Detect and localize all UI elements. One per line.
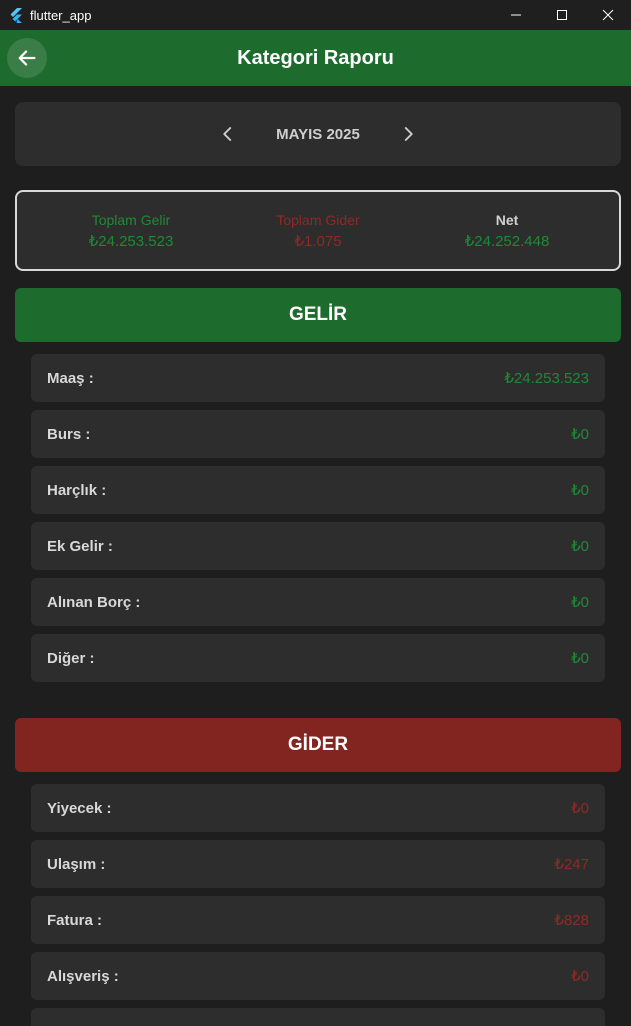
- page-title: Kategori Raporu: [237, 46, 394, 69]
- row-label: Fatura :: [47, 911, 103, 929]
- expense-row-alisveris[interactable]: Alışveriş : ₺0: [31, 952, 605, 1000]
- income-row-alinan-borc[interactable]: Alınan Borç : ₺0: [31, 578, 605, 626]
- row-amount: ₺247: [554, 856, 589, 873]
- total-income-label: Toplam Gelir: [91, 212, 171, 228]
- minimize-icon: [511, 14, 521, 16]
- income-row-harclik[interactable]: Harçlık : ₺0: [31, 466, 605, 514]
- row-label: Yiyecek :: [47, 799, 112, 817]
- window-titlebar: flutter_app: [0, 0, 631, 30]
- row-label: Diğer :: [47, 649, 95, 667]
- row-label: Alınan Borç :: [47, 593, 141, 611]
- row-label: Burs :: [47, 425, 91, 443]
- expense-row-partial[interactable]: [31, 1008, 605, 1026]
- flutter-logo-icon: [10, 8, 22, 23]
- row-amount: ₺0: [571, 482, 589, 499]
- row-amount: ₺0: [571, 538, 589, 555]
- expense-row-fatura[interactable]: Fatura : ₺828: [31, 896, 605, 944]
- row-amount: ₺24.253.523: [504, 370, 589, 387]
- window-title: flutter_app: [30, 7, 92, 23]
- maximize-button[interactable]: [539, 0, 585, 30]
- income-row-ek-gelir[interactable]: Ek Gelir : ₺0: [31, 522, 605, 570]
- row-amount: ₺0: [571, 800, 589, 817]
- net-summary: Net ₺24.252.448: [417, 212, 597, 250]
- total-expense-value: ₺1.075: [294, 233, 342, 250]
- income-row-burs[interactable]: Burs : ₺0: [31, 410, 605, 458]
- row-label: Ek Gelir :: [47, 537, 113, 555]
- arrow-left-icon: [18, 50, 36, 66]
- total-income-value: ₺24.253.523: [88, 233, 174, 250]
- row-amount: ₺0: [571, 650, 589, 667]
- row-amount: ₺828: [554, 912, 589, 929]
- income-row-maas[interactable]: Maaş : ₺24.253.523: [31, 354, 605, 402]
- chevron-right-icon: [404, 127, 413, 141]
- close-button[interactable]: [585, 0, 631, 30]
- expense-row-yiyecek[interactable]: Yiyecek : ₺0: [31, 784, 605, 832]
- row-amount: ₺0: [571, 968, 589, 985]
- net-value: ₺24.252.448: [464, 233, 550, 250]
- row-label: Ulaşım :: [47, 855, 106, 873]
- total-expense-label: Toplam Gider: [276, 212, 360, 228]
- row-amount: ₺0: [571, 426, 589, 443]
- previous-month-button[interactable]: [213, 119, 243, 149]
- minimize-button[interactable]: [493, 0, 539, 30]
- row-label: Harçlık :: [47, 481, 107, 499]
- chevron-left-icon: [223, 127, 232, 141]
- expense-row-ulasim[interactable]: Ulaşım : ₺247: [31, 840, 605, 888]
- net-label: Net: [495, 212, 519, 228]
- total-income-summary: Toplam Gelir ₺24.253.523: [41, 212, 221, 250]
- month-label: MAYIS 2025: [276, 125, 360, 143]
- maximize-icon: [557, 10, 567, 20]
- income-row-diger[interactable]: Diğer : ₺0: [31, 634, 605, 682]
- income-section-header: GELİR: [15, 288, 621, 342]
- next-month-button[interactable]: [393, 119, 423, 149]
- row-amount: ₺0: [571, 594, 589, 611]
- total-expense-summary: Toplam Gider ₺1.075: [228, 212, 408, 250]
- back-button[interactable]: [7, 38, 47, 78]
- row-label: Alışveriş :: [47, 967, 119, 985]
- row-label: Maaş :: [47, 369, 94, 387]
- month-selector: MAYIS 2025: [15, 102, 621, 166]
- close-icon: [602, 9, 614, 21]
- app-bar: Kategori Raporu: [0, 30, 631, 86]
- expense-section-header: GİDER: [15, 718, 621, 772]
- summary-card: Toplam Gelir ₺24.253.523 Toplam Gider ₺1…: [15, 190, 621, 271]
